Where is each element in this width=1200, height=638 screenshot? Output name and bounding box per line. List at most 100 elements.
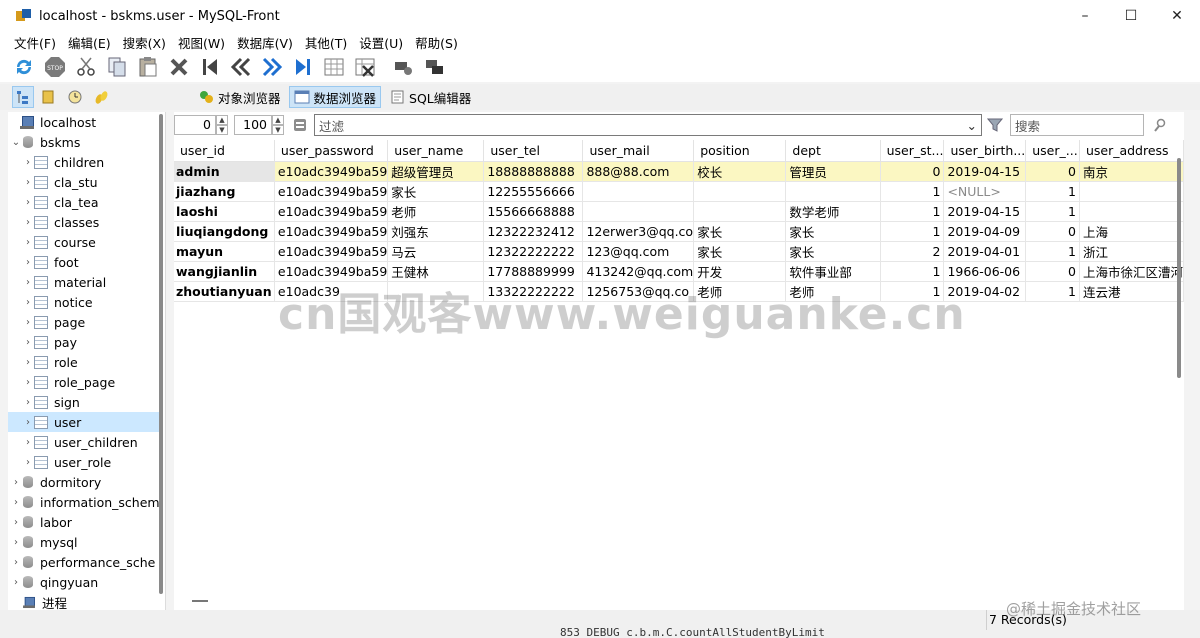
grid-cell-user-id[interactable]: zhoutianyuan — [174, 281, 275, 302]
tab-object-browser[interactable]: 对象浏览器 — [194, 86, 285, 108]
grid-cell-st[interactable]: 0 — [880, 161, 945, 182]
cut-icon[interactable] — [74, 55, 98, 79]
delete-row-icon[interactable] — [353, 55, 377, 79]
grid-cell-dept[interactable]: 管理员 — [785, 161, 881, 182]
chevron-right-icon[interactable]: › — [22, 217, 34, 228]
grid-cell-tel[interactable]: 18888888888 — [483, 161, 584, 182]
history-clock-icon[interactable] — [64, 86, 86, 108]
delete-icon[interactable] — [167, 55, 191, 79]
filter-icon[interactable] — [984, 114, 1006, 136]
chevron-right-icon[interactable]: › — [10, 477, 22, 488]
grid-cell-user-id[interactable]: mayun — [174, 241, 275, 262]
tree-item-table[interactable]: › user_role — [8, 452, 160, 472]
grid-cell-name[interactable]: 刘强东 — [387, 221, 485, 242]
grid-cell-mail[interactable]: 888@88.com — [582, 161, 695, 182]
chevron-right-icon[interactable]: › — [22, 157, 34, 168]
chevron-right-icon[interactable]: › — [22, 377, 34, 388]
menu-settings[interactable]: 设置(U) — [353, 33, 409, 52]
grid-cell-st[interactable]: 2 — [880, 241, 945, 262]
column-header[interactable]: user_st... — [880, 140, 945, 162]
limit-field[interactable]: 100 — [234, 115, 272, 135]
column-header[interactable]: user_name — [387, 140, 485, 162]
column-header[interactable]: user_... — [1025, 140, 1080, 162]
tree-item-table[interactable]: › children — [8, 152, 160, 172]
chevron-right-icon[interactable]: › — [22, 457, 34, 468]
grid-cell-name[interactable]: 老师 — [387, 201, 485, 222]
menu-view[interactable]: 视图(W) — [172, 33, 231, 52]
menu-help[interactable]: 帮助(S) — [409, 33, 464, 52]
grid-horizontal-scrollbar[interactable] — [192, 600, 208, 602]
chevron-down-icon[interactable]: ⌄ — [10, 137, 22, 148]
tree-item-bskms[interactable]: ⌄ bskms — [8, 132, 160, 152]
table-row[interactable]: mayun e10adc3949ba59 马云 12322222222 123@qq.c… — [174, 241, 1185, 262]
tree-item-table[interactable]: › notice — [8, 292, 160, 312]
grid-cell-user-id[interactable]: admin — [174, 161, 275, 182]
grid-cell-password[interactable]: e10adc3949ba59 — [274, 241, 389, 262]
tree-item-process[interactable]: 进程 — [8, 592, 160, 610]
grid-cell-st[interactable]: 1 — [880, 201, 945, 222]
chevron-right-icon[interactable]: › — [10, 497, 22, 508]
tree-item-table[interactable]: › course — [8, 232, 160, 252]
offset-spinner[interactable]: ▲ ▼ — [216, 115, 228, 135]
bookmark-icon[interactable] — [38, 86, 60, 108]
chevron-right-icon[interactable]: › — [22, 437, 34, 448]
filter-input[interactable]: 过滤 ⌄ — [314, 114, 982, 136]
tree-item-host[interactable]: localhost — [8, 112, 160, 132]
grid-cell-password[interactable]: e10adc3949ba59 — [274, 221, 389, 242]
grid-vertical-scrollbar[interactable] — [1177, 158, 1181, 378]
grid-cell-u[interactable]: 1 — [1025, 181, 1080, 202]
table-row[interactable]: laoshi e10adc3949ba59 老师 15566668888 数学老师 1 20… — [174, 201, 1185, 222]
grid-cell-dept[interactable]: 家长 — [785, 241, 881, 262]
grid-cell-position[interactable]: 家长 — [693, 241, 787, 262]
refresh-icon[interactable] — [12, 55, 36, 79]
minimize-button[interactable]: – — [1062, 0, 1108, 32]
tree-item-database[interactable]: › labor — [8, 512, 160, 532]
copy-icon[interactable] — [105, 55, 129, 79]
grid-cell-birth[interactable]: <NULL> — [943, 181, 1027, 202]
grid-cell-st[interactable]: 1 — [880, 181, 945, 202]
grid-cell-tel[interactable]: 12322222222 — [483, 241, 584, 262]
grid-cell-address[interactable] — [1079, 201, 1185, 222]
search-icon[interactable] — [1150, 115, 1170, 135]
grid-cell-mail[interactable] — [582, 181, 695, 202]
grid-cell-birth[interactable]: 2019-04-15 — [943, 201, 1027, 222]
chevron-right-icon[interactable]: › — [10, 577, 22, 588]
grid-cell-name[interactable]: 超级管理员 — [387, 161, 485, 182]
grid-cell-name[interactable]: 家长 — [387, 181, 485, 202]
column-header[interactable]: user_address — [1079, 140, 1185, 162]
tree-item-table[interactable]: › role — [8, 352, 160, 372]
tree-item-table[interactable]: › cla_tea — [8, 192, 160, 212]
grid-cell-birth[interactable]: 2019-04-15 — [943, 161, 1027, 182]
chevron-right-icon[interactable]: › — [22, 277, 34, 288]
column-header[interactable]: user_tel — [483, 140, 584, 162]
chevron-right-icon[interactable]: › — [22, 317, 34, 328]
grid-cell-u[interactable]: 1 — [1025, 281, 1080, 302]
column-header[interactable]: user_id — [174, 140, 275, 162]
column-header[interactable]: user_mail — [582, 140, 695, 162]
search-input[interactable]: 搜索 — [1010, 114, 1144, 136]
tree-item-table[interactable]: › cla_stu — [8, 172, 160, 192]
database-tree[interactable]: localhost ⌄ bskms › children › cla_stu › cla_t… — [8, 112, 166, 610]
grid-cell-password[interactable]: e10adc3949ba59 — [274, 181, 389, 202]
tree-item-table[interactable]: › user — [8, 412, 160, 432]
limit-spinner[interactable]: ▲ ▼ — [272, 115, 284, 135]
offset-field[interactable]: 0 — [174, 115, 216, 135]
insert-row-icon[interactable] — [322, 55, 346, 79]
chevron-right-icon[interactable]: › — [10, 517, 22, 528]
chevron-right-icon[interactable]: › — [22, 177, 34, 188]
table-row[interactable]: liuqiangdong e10adc3949ba59 刘强东 12322232412… — [174, 221, 1185, 242]
tree-item-table[interactable]: › role_page — [8, 372, 160, 392]
chevron-right-icon[interactable]: › — [22, 337, 34, 348]
grid-cell-u[interactable]: 0 — [1025, 261, 1080, 282]
cancel-edit-icon[interactable] — [423, 55, 447, 79]
stop-icon[interactable]: STOP — [43, 55, 67, 79]
grid-cell-dept[interactable]: 家长 — [785, 221, 881, 242]
chevron-down-icon[interactable]: ⌄ — [967, 118, 981, 133]
column-header[interactable]: user_password — [274, 140, 389, 162]
tree-item-database[interactable]: › information_schem — [8, 492, 160, 512]
grid-cell-tel[interactable]: 12255556666 — [483, 181, 584, 202]
tree-item-database[interactable]: › mysql — [8, 532, 160, 552]
chevron-right-icon[interactable]: › — [10, 557, 22, 568]
grid-cell-address[interactable]: 南京 — [1079, 161, 1185, 182]
chevron-right-icon[interactable]: › — [22, 197, 34, 208]
